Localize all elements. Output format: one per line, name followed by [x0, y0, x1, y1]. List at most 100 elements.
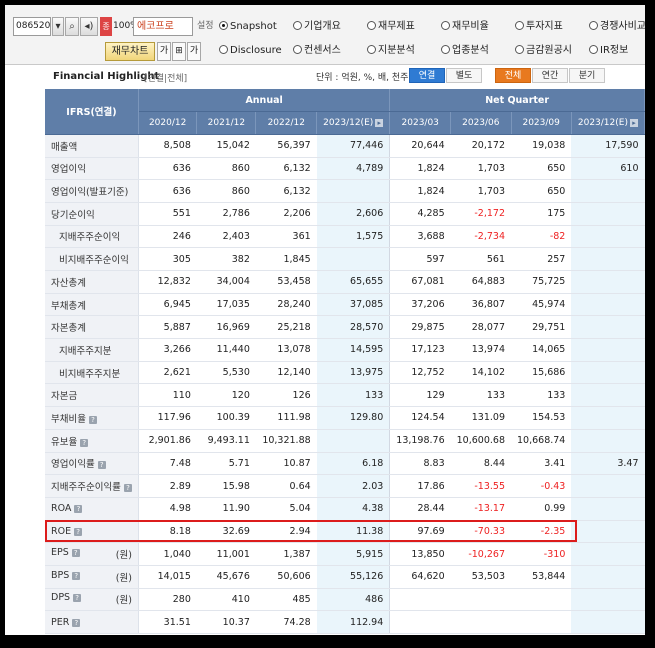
table-cell: -0.43 [511, 474, 572, 498]
search-icon[interactable]: ⌕ [65, 17, 79, 36]
table-cell: 8.18 [138, 520, 197, 544]
help-icon[interactable]: ? [73, 594, 82, 603]
all-period-button[interactable]: 전체 [495, 68, 531, 83]
stock-code-input[interactable]: 086520 [13, 17, 51, 36]
menu-radio-1-3[interactable]: 업종분석 [441, 43, 489, 59]
table-cell: 31.51 [138, 610, 197, 634]
table-row: 당기순이익 551 2,786 2,206 2,606 4,285 -2,172 175 [45, 202, 645, 226]
table-cell: 16,969 [196, 315, 256, 340]
table-cell: 246 [138, 225, 197, 249]
annual-button[interactable]: 연간 [532, 68, 568, 83]
setting-link[interactable]: 설정 [197, 17, 214, 36]
separate-button[interactable]: 별도 [446, 68, 482, 83]
menu-radio-0-2[interactable]: 재무제표 [367, 19, 415, 35]
menu-radio-1-0[interactable]: Disclosure [219, 43, 282, 59]
table-cell: 7.48 [138, 452, 197, 476]
menu-radio-0-4[interactable]: 투자지표 [515, 19, 563, 35]
table-cell [316, 429, 390, 453]
menu-radio-0-3[interactable]: 재무비율 [441, 19, 489, 35]
radio-label: IR정보 [600, 45, 629, 56]
row-label-cell: 유보율? [45, 429, 139, 453]
column-header: 2023/12(E) ▸ [571, 111, 645, 135]
table-cell: 2,206 [255, 202, 317, 226]
dropdown-icon[interactable]: ▾ [52, 17, 64, 36]
help-icon[interactable]: ? [88, 415, 97, 424]
table-cell: 64,883 [450, 270, 511, 294]
table-cell: 361 [255, 225, 317, 249]
column-header-label: 2020/12 [148, 118, 187, 129]
table-cell: 175 [511, 202, 572, 226]
table-cell: 34,004 [196, 270, 256, 294]
column-header: 2021/12 [196, 111, 257, 135]
help-icon[interactable]: ? [72, 618, 81, 627]
table-cell: 77,446 [316, 134, 390, 158]
table-cell: 2,786 [196, 202, 256, 226]
consolidated-button[interactable]: 연결 [409, 68, 445, 83]
unit-label: 단위 : 억원, %, 배, 천주 [316, 73, 409, 83]
menu-radio-1-2[interactable]: 지분분석 [367, 43, 415, 59]
table-cell: -82 [511, 225, 572, 249]
table-cell: 13,974 [450, 338, 511, 362]
radio-dot-icon [367, 21, 376, 30]
font-bigger-icon[interactable]: 가 [157, 42, 171, 61]
row-label-cell: 부채비율? [45, 406, 139, 430]
table-cell: 280 [138, 588, 197, 612]
menu-radio-1-4[interactable]: 금감원공시 [515, 43, 572, 59]
estimate-info-icon[interactable]: ▸ [629, 119, 638, 128]
quarter-button[interactable]: 분기 [569, 68, 605, 83]
font-smaller-icon[interactable]: 가 [187, 42, 201, 61]
view-toggle-icon[interactable]: ⊞ [172, 42, 186, 61]
speaker-icon[interactable]: ◂) [80, 17, 98, 36]
table-cell: 11.90 [196, 497, 256, 521]
table-cell [571, 315, 645, 340]
company-name-input[interactable]: 에코프로 [133, 17, 193, 36]
table-cell [511, 610, 572, 634]
menu-radio-1-5[interactable]: IR정보 [589, 43, 628, 59]
radio-dot-icon [515, 21, 524, 30]
help-icon[interactable]: ? [71, 549, 80, 558]
table-cell: 561 [450, 247, 511, 271]
table-cell: 486 [316, 588, 390, 612]
finance-chart-button[interactable]: 재무차트 [105, 42, 155, 61]
menu-radio-0-0[interactable]: Snapshot [219, 19, 277, 35]
table-cell [571, 247, 645, 271]
row-label: 비지배주주지분 [59, 368, 121, 380]
menu-radio-0-1[interactable]: 기업개요 [293, 19, 341, 35]
help-icon[interactable]: ? [80, 438, 89, 447]
row-label: 매출액 [51, 141, 78, 153]
help-icon[interactable]: ? [74, 527, 83, 536]
row-label-cell: ROE? [45, 520, 139, 544]
table-cell [450, 588, 511, 612]
help-icon[interactable]: ? [72, 571, 81, 580]
table-row: 지배주주지분 3,266 11,440 13,078 14,595 17,123 13,97… [45, 338, 645, 362]
column-header: 2023/12(E) ▸ [316, 111, 391, 135]
row-label: 부채비율 [51, 413, 86, 425]
menu-radio-0-5[interactable]: 경쟁사비교 [589, 19, 645, 35]
help-icon[interactable]: ? [97, 461, 106, 470]
table-cell: 12,140 [255, 361, 317, 385]
table-cell: 3.47 [571, 452, 645, 476]
table-cell: 10.87 [255, 452, 317, 476]
table-cell [571, 179, 645, 203]
help-icon[interactable]: ? [74, 505, 83, 514]
row-label-cell: 지배주주순이익률? [45, 474, 139, 498]
table-cell: -13.55 [450, 474, 511, 498]
table-cell: 15,042 [196, 134, 256, 158]
table-row: 비지배주주순이익 305 382 1,845 597 561 257 [45, 247, 645, 271]
radio-label: 재무제표 [378, 21, 415, 32]
table-cell: 13,850 [389, 542, 451, 566]
row-label: PER [51, 616, 70, 628]
table-cell: 111.98 [255, 406, 317, 430]
table-cell: 10,668.74 [511, 429, 572, 453]
table-cell: 131.09 [450, 406, 511, 430]
row-label-cell: BPS? (원) [45, 565, 139, 589]
table-cell [571, 497, 645, 521]
table-cell [571, 361, 645, 385]
row-label: 유보율 [51, 436, 78, 448]
help-icon[interactable]: ? [123, 484, 132, 493]
row-label-cell: 매출액 [45, 134, 139, 158]
table-cell [450, 610, 511, 634]
table-row: 지배주주순이익률? 2.89 15.98 0.64 2.03 17.86 -13.55 -0.… [45, 474, 645, 498]
menu-radio-1-1[interactable]: 컨센서스 [293, 43, 341, 59]
estimate-info-icon[interactable]: ▸ [375, 119, 384, 128]
